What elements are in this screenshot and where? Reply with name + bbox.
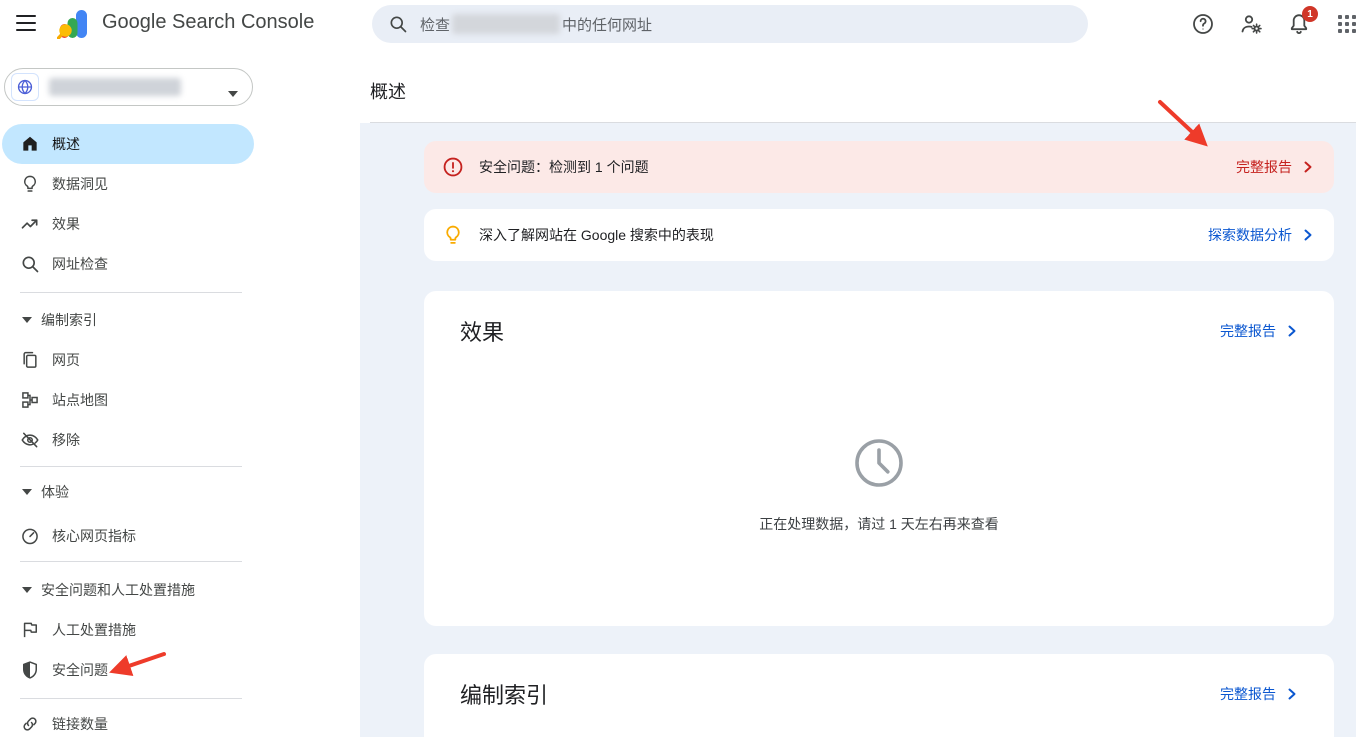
chevron-right-icon (1286, 688, 1298, 700)
gauge-icon (20, 526, 40, 546)
pages-icon (20, 350, 40, 370)
sidebar-section-security-manual-actions[interactable]: 安全问题和人工处置措施 (0, 570, 256, 610)
globe-icon (11, 73, 39, 101)
page-header: 概述 (360, 48, 1356, 122)
sidebar-item-insights[interactable]: 数据洞见 (0, 164, 256, 204)
main-content: 概述 安全问题：检测到 1 个问题 完整报告 深入了解网站在 Google 搜索… (360, 48, 1356, 737)
divider (20, 698, 242, 699)
lightbulb-icon (442, 224, 464, 246)
redacted-property-name (49, 78, 181, 96)
apps-grid-icon[interactable] (1335, 12, 1356, 36)
performance-card: 效果 完整报告 正在处理数据，请过 1 天左右再来查看 (424, 291, 1334, 626)
indexing-card-title: 编制索引 (460, 678, 548, 710)
search-icon (388, 14, 408, 34)
sidebar: 概述 数据洞见 效果 网址检查 编制索引 网页 站点地图 (0, 48, 360, 737)
error-exclamation-icon (442, 156, 464, 178)
chevron-right-icon (1286, 325, 1298, 337)
chevron-down-icon (22, 487, 32, 497)
indexing-full-report-link[interactable]: 完整报告 (1220, 684, 1298, 704)
security-issues-alert-banner: 安全问题：检测到 1 个问题 完整报告 (424, 141, 1334, 193)
sidebar-nav: 概述 数据洞见 效果 网址检查 编制索引 网页 站点地图 (0, 106, 256, 737)
chevron-right-icon (1302, 161, 1314, 173)
sidebar-item-url-inspection[interactable]: 网址检查 (0, 244, 256, 284)
search-placeholder: 检查 中的任何网址 (420, 14, 652, 35)
chevron-down-icon (228, 84, 238, 90)
divider (20, 292, 242, 293)
help-icon[interactable] (1191, 12, 1215, 36)
home-icon (20, 134, 40, 154)
insights-banner: 深入了解网站在 Google 搜索中的表现 探索数据分析 (424, 209, 1334, 261)
notifications-bell-icon[interactable]: 1 (1287, 12, 1311, 36)
search-icon (20, 254, 40, 274)
overview-content: 安全问题：检测到 1 个问题 完整报告 深入了解网站在 Google 搜索中的表… (360, 123, 1356, 737)
sidebar-item-performance[interactable]: 效果 (0, 204, 256, 244)
flag-icon (20, 620, 40, 640)
sidebar-item-links[interactable]: 链接数量 (0, 704, 256, 737)
chevron-right-icon (1302, 229, 1314, 241)
redacted-property-name (452, 14, 560, 34)
sidebar-item-security-issues[interactable]: 安全问题 (0, 650, 256, 690)
processing-text: 正在处理数据，请过 1 天左右再来查看 (424, 514, 1334, 534)
processing-placeholder: 正在处理数据，请过 1 天左右再来查看 (424, 437, 1334, 534)
divider (20, 561, 242, 562)
manage-users-icon[interactable] (1239, 12, 1263, 36)
top-app-bar: Google Search Console 检查 中的任何网址 (0, 0, 1356, 48)
url-inspection-search-input[interactable]: 检查 中的任何网址 (372, 5, 1088, 43)
topbar-actions: 1 (1191, 12, 1356, 36)
insights-banner-text: 深入了解网站在 Google 搜索中的表现 (479, 225, 714, 245)
link-icon (20, 714, 40, 734)
performance-full-report-link[interactable]: 完整报告 (1220, 321, 1298, 341)
sitemap-icon (20, 390, 40, 410)
divider (20, 466, 242, 467)
page-title: 概述 (360, 48, 1356, 104)
clock-icon (853, 437, 905, 489)
sidebar-item-core-web-vitals[interactable]: 核心网页指标 (0, 516, 256, 556)
notification-count-badge: 1 (1302, 6, 1318, 22)
eye-off-icon (20, 430, 40, 450)
sidebar-item-overview[interactable]: 概述 (2, 124, 254, 164)
sidebar-item-manual-actions[interactable]: 人工处置措施 (0, 610, 256, 650)
sidebar-item-pages[interactable]: 网页 (0, 340, 256, 380)
security-full-report-link[interactable]: 完整报告 (1236, 157, 1314, 177)
explore-insights-link[interactable]: 探索数据分析 (1208, 225, 1314, 245)
lightbulb-icon (20, 174, 40, 194)
performance-card-title: 效果 (460, 315, 504, 347)
shield-icon (20, 660, 40, 680)
search-console-logo-icon (57, 9, 93, 39)
sidebar-item-removals[interactable]: 移除 (0, 420, 256, 460)
app-title: Google Search Console (102, 11, 314, 34)
indexing-card: 编制索引 完整报告 (424, 654, 1334, 737)
chevron-down-icon (22, 585, 32, 595)
menu-icon[interactable] (16, 15, 36, 31)
sidebar-section-indexing[interactable]: 编制索引 (0, 300, 256, 340)
property-selector-dropdown[interactable] (4, 68, 253, 106)
sidebar-item-sitemaps[interactable]: 站点地图 (0, 380, 256, 420)
sidebar-section-experience[interactable]: 体验 (0, 472, 256, 512)
chevron-down-icon (22, 315, 32, 325)
security-alert-text: 安全问题：检测到 1 个问题 (479, 157, 649, 177)
trending-up-icon (20, 214, 40, 234)
